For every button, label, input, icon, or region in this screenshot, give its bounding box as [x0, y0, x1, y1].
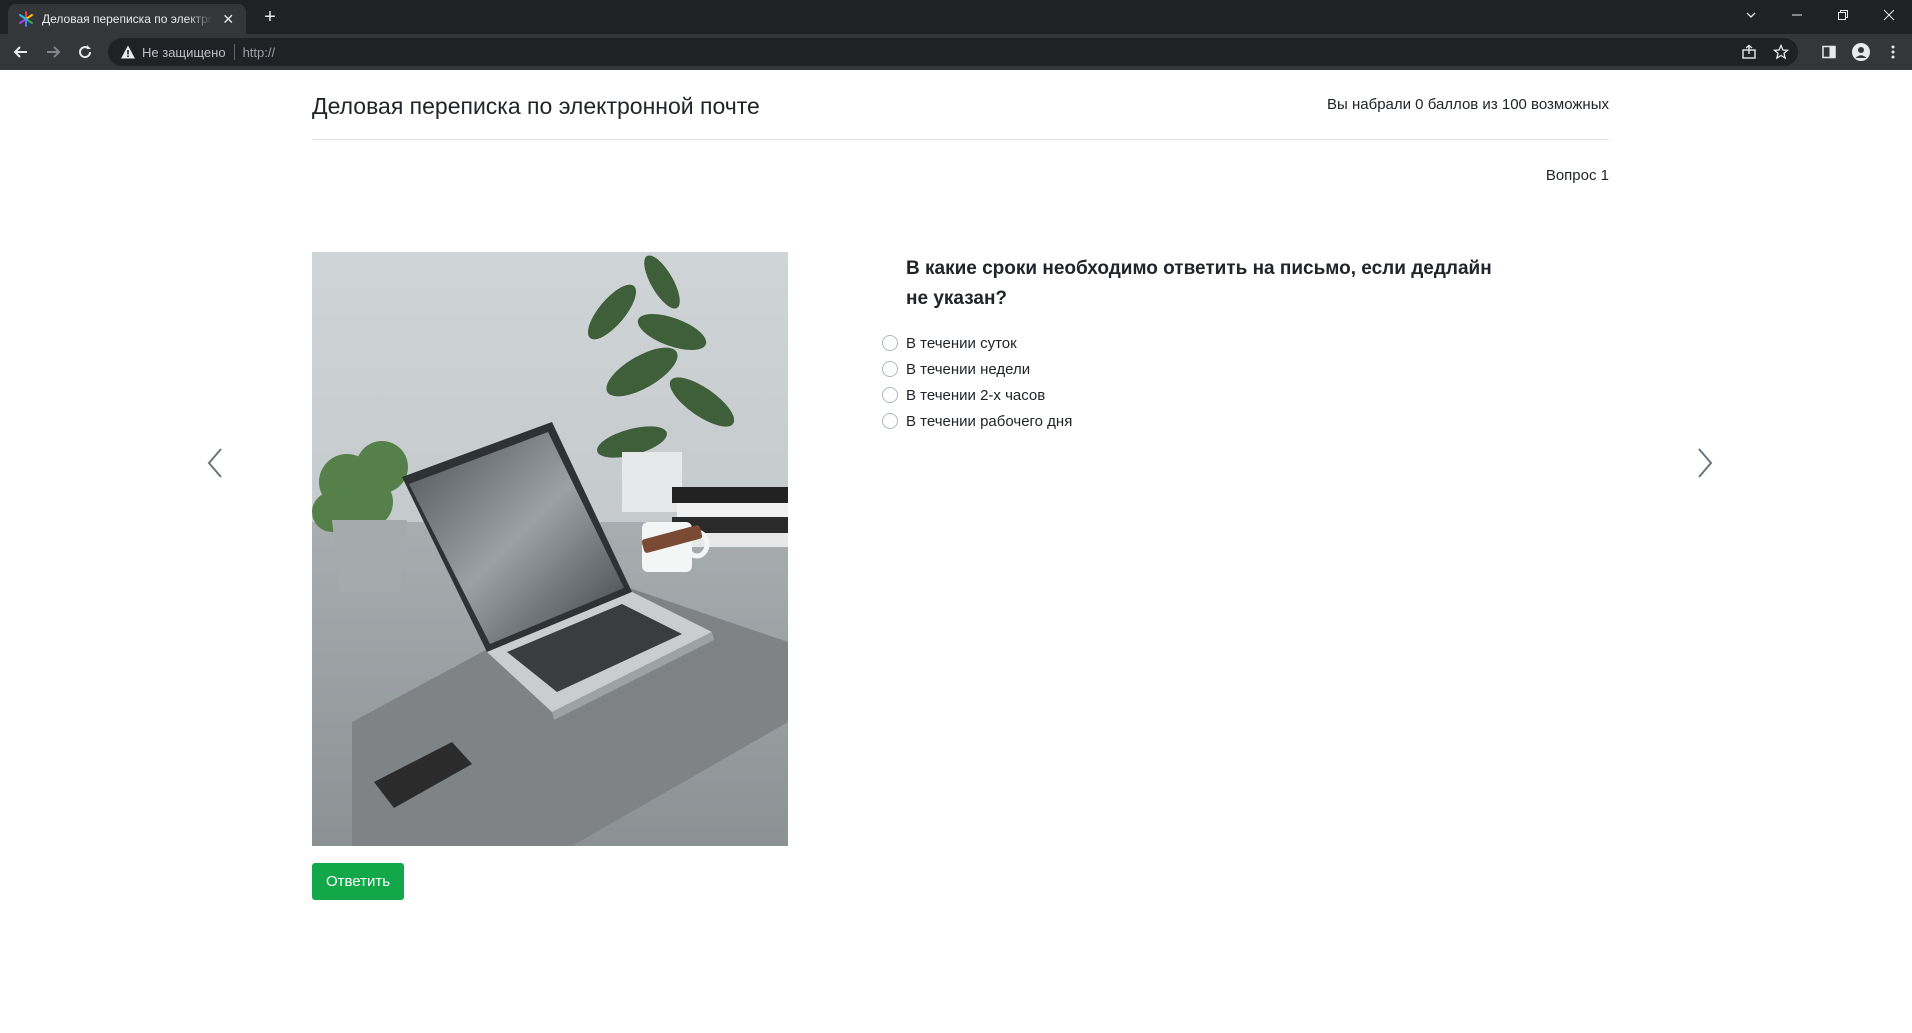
submit-answer-button[interactable]: Ответить	[312, 863, 404, 900]
url-text[interactable]: http://	[243, 45, 276, 60]
site-favicon-icon	[18, 11, 34, 27]
answer-option-label: В течении 2-х часов	[906, 386, 1046, 404]
address-bar[interactable]: Не защищено http://	[108, 38, 1798, 66]
tab-title: Деловая переписка по электронной почте	[42, 12, 213, 26]
profile-avatar-icon[interactable]	[1848, 39, 1874, 65]
back-arrow-icon[interactable]	[8, 39, 34, 65]
security-label[interactable]: Не защищено	[142, 45, 226, 60]
answer-option-4[interactable]: В течении рабочего дня	[882, 408, 1072, 434]
question-number: Вопрос 1	[1545, 167, 1609, 184]
reload-icon[interactable]	[72, 39, 98, 65]
tab-search-icon[interactable]	[1728, 0, 1774, 30]
score-text: Вы набрали 0 баллов из 100 возможных	[1327, 96, 1609, 113]
browser-menu-icon[interactable]	[1880, 39, 1906, 65]
minimize-icon[interactable]	[1774, 0, 1820, 30]
page-title: Деловая переписка по электронной почте	[312, 93, 760, 119]
answer-option-label: В течении суток	[906, 334, 1017, 352]
address-divider	[233, 44, 235, 60]
question-image	[312, 252, 788, 846]
page-header: Деловая переписка по электронной почте В…	[312, 71, 1609, 140]
answer-option-3[interactable]: В течении 2-х часов	[882, 382, 1072, 408]
forward-arrow-icon[interactable]	[40, 39, 66, 65]
answer-option-label: В течении недели	[906, 360, 1031, 378]
new-tab-icon[interactable]: +	[258, 6, 282, 30]
browser-tab[interactable]: Деловая переписка по электронной почте ✕	[8, 4, 246, 34]
answer-options: В течении суток В течении недели В течен…	[882, 330, 1072, 434]
browser-tab-bar: Деловая переписка по электронной почте ✕…	[0, 0, 1912, 34]
question-text: В какие сроки необходимо ответить на пис…	[906, 258, 1492, 309]
answer-option-label: В течении рабочего дня	[906, 412, 1073, 430]
radio-button[interactable]	[882, 361, 898, 377]
window-controls	[1728, 0, 1912, 30]
radio-button[interactable]	[882, 335, 898, 351]
answer-option-1[interactable]: В течении суток	[882, 330, 1072, 356]
side-panel-icon[interactable]	[1816, 39, 1842, 65]
tab-close-icon[interactable]: ✕	[221, 11, 237, 28]
bookmark-star-icon[interactable]	[1772, 43, 1790, 61]
share-icon[interactable]	[1740, 43, 1758, 61]
radio-button[interactable]	[882, 387, 898, 403]
answer-option-2[interactable]: В течении недели	[882, 356, 1072, 382]
browser-toolbar: Не защищено http://	[0, 34, 1912, 70]
close-window-icon[interactable]	[1866, 0, 1912, 30]
restore-icon[interactable]	[1820, 0, 1866, 30]
previous-arrow-icon[interactable]	[195, 443, 235, 483]
page-content: Деловая переписка по электронной почте В…	[0, 71, 1912, 1033]
radio-button[interactable]	[882, 413, 898, 429]
not-secure-warning-icon[interactable]	[120, 44, 136, 60]
next-arrow-icon[interactable]	[1685, 443, 1725, 483]
